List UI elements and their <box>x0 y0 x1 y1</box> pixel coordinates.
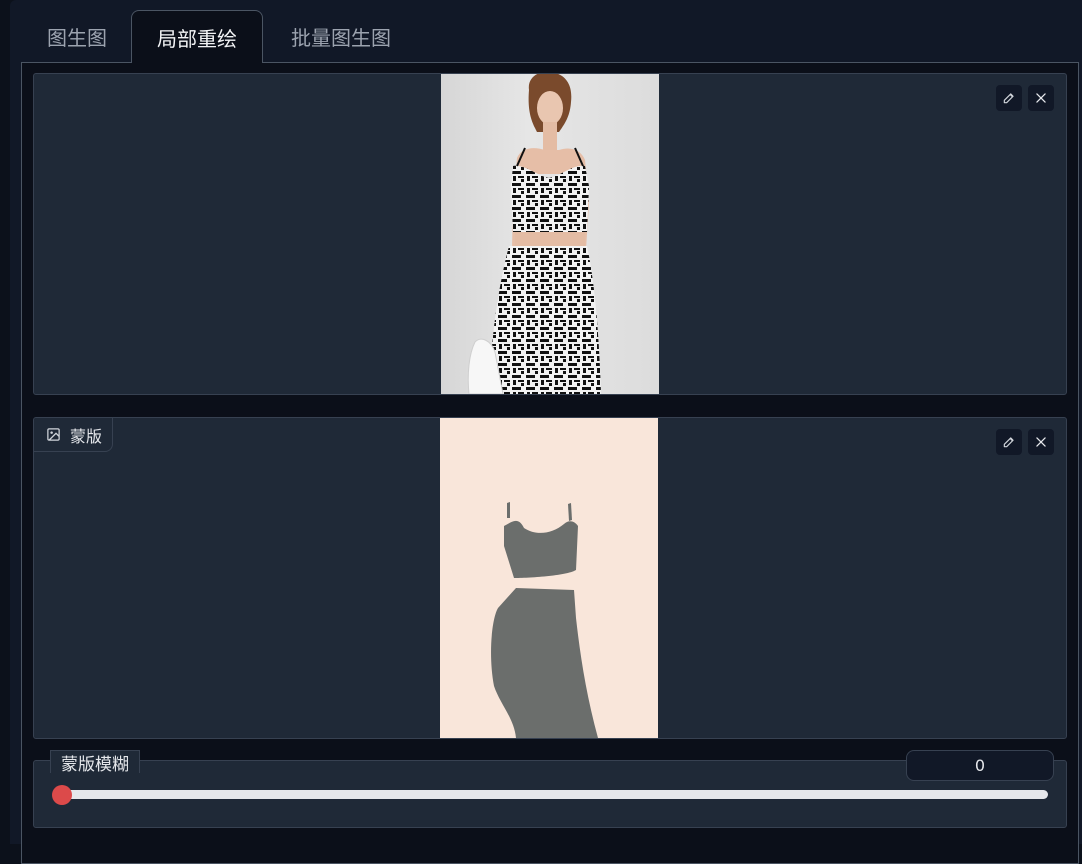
tab-img2img[interactable]: 图生图 <box>33 10 121 62</box>
tab-inpaint[interactable]: 局部重绘 <box>131 10 263 63</box>
mask-label-badge: 蒙版 <box>34 418 114 452</box>
edit-image-button[interactable] <box>996 85 1022 111</box>
mask-shape <box>491 502 598 738</box>
mask-preview <box>440 418 658 738</box>
source-image-box[interactable] <box>33 73 1067 395</box>
pencil-icon <box>1003 437 1014 448</box>
model-photo-illustration <box>467 74 601 394</box>
clear-image-button[interactable] <box>1028 85 1054 111</box>
mask-blur-slider-box: 蒙版模糊 <box>33 750 1067 828</box>
mask-blur-slider-track[interactable] <box>54 790 1048 799</box>
tab-batch-img2img[interactable]: 批量图生图 <box>276 10 406 62</box>
source-photo <box>441 74 659 394</box>
mask-image-box[interactable]: 蒙版 <box>33 417 1067 739</box>
mask-label: 蒙版 <box>70 426 103 446</box>
mask-blur-number-input[interactable] <box>906 750 1054 781</box>
mask-blur-label: 蒙版模糊 <box>50 750 140 775</box>
close-icon <box>1036 93 1046 103</box>
pencil-icon <box>1003 93 1014 104</box>
edit-mask-button[interactable] <box>996 429 1022 455</box>
tab-bar: 图生图 局部重绘 批量图生图 <box>10 10 1082 63</box>
mask-blur-slider-handle[interactable] <box>52 785 72 805</box>
close-icon <box>1036 437 1046 447</box>
image-icon <box>47 428 60 441</box>
clear-mask-button[interactable] <box>1028 429 1054 455</box>
